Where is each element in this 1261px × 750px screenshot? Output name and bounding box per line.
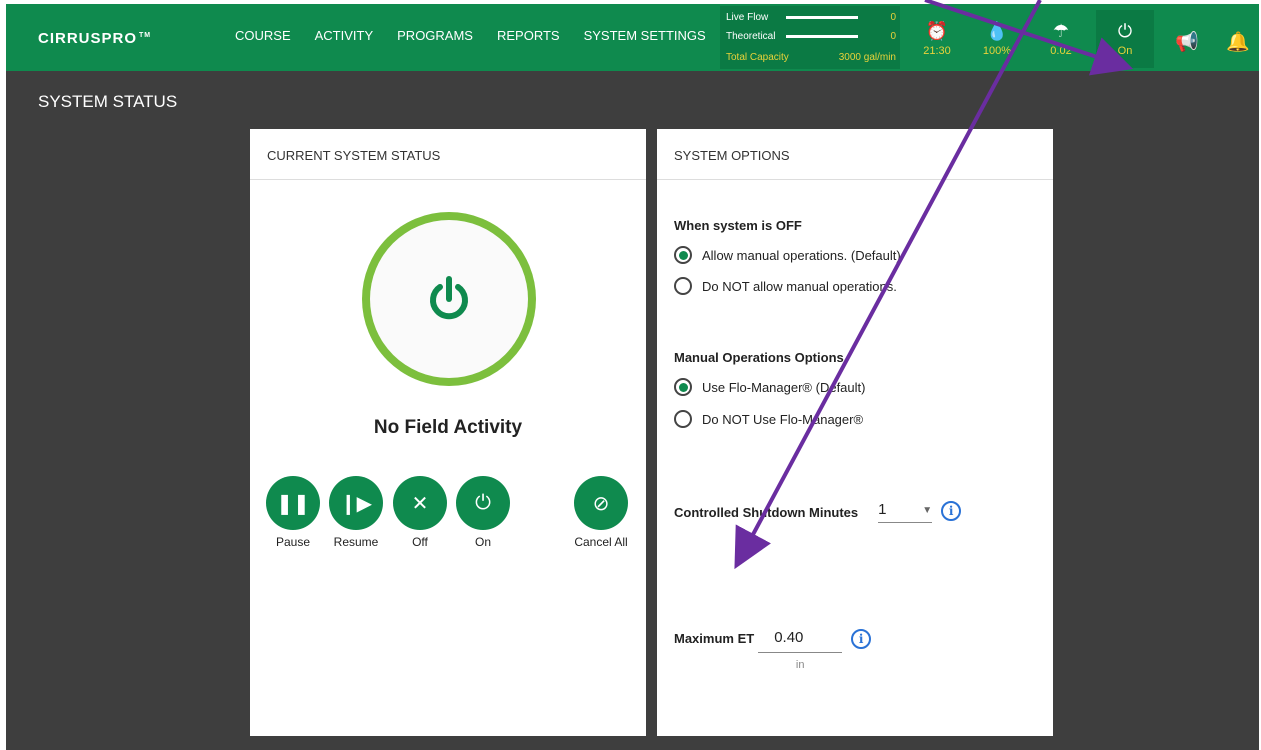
cirruspro-logo[interactable]: CIRRUSPRO TM [38, 30, 151, 47]
dropdown-caret-icon: ▼ [922, 505, 933, 516]
off-control: ✕ Off [390, 476, 450, 549]
main-nav: COURSE ACTIVITY PROGRAMS REPORTS SYSTEM … [235, 28, 706, 43]
alarm-clock-icon: ⏰ [925, 20, 949, 41]
system-power-indicator [362, 212, 536, 386]
max-et-row: Maximum ET in i [674, 629, 872, 671]
resume-label: Resume [333, 535, 379, 549]
off-x-icon: ✕ [411, 492, 429, 515]
resume-control: ❙▶ Resume [326, 476, 386, 549]
cancel-all-button[interactable]: ⊘ [574, 476, 628, 530]
theoretical-flow-row: Theoretical 0 [726, 31, 896, 42]
shutdown-minutes-label: Controlled Shutdown Minutes [674, 505, 859, 520]
radio-allow-manual[interactable]: Allow manual operations. (Default) [674, 246, 901, 264]
power-icon [430, 276, 468, 320]
resume-button[interactable]: ❙▶ [329, 476, 383, 530]
rain-value: 0.02 [1050, 44, 1072, 57]
radio-allow-manual-label: Allow manual operations. (Default) [702, 247, 901, 263]
total-capacity-label: Total Capacity [726, 52, 789, 63]
field-activity-status: No Field Activity [373, 417, 523, 438]
total-capacity-value: 3000 gal/min [838, 52, 896, 63]
stat-rain[interactable]: ☂ 0.02 [1032, 10, 1090, 68]
nav-system-settings[interactable]: SYSTEM SETTINGS [584, 28, 706, 43]
radio-use-flo-manager-label: Use Flo-Manager® (Default) [702, 379, 866, 395]
rain-gauge-icon: ☂ [1052, 20, 1070, 41]
max-et-unit: in [795, 659, 805, 671]
stat-water-budget[interactable]: 💧 100% [968, 10, 1026, 68]
pause-button[interactable]: ❚❚ [266, 476, 320, 530]
clock-value: 21:30 [923, 44, 951, 57]
system-options-title: SYSTEM OPTIONS [657, 129, 1053, 180]
shutdown-minutes-select[interactable]: 1 ▼ [878, 501, 933, 523]
info-icon[interactable]: i [851, 629, 872, 649]
pause-control: ❚❚ Pause [263, 476, 323, 549]
shutdown-minutes-value: 1 [878, 501, 887, 518]
power-indicator-inner [370, 220, 528, 378]
radio-not-use-flo-manager-label: Do NOT Use Flo-Manager® [702, 411, 864, 427]
shutdown-minutes-row: Controlled Shutdown Minutes 1 ▼ i [674, 501, 962, 523]
theoretical-flow-value: 0 [890, 31, 896, 42]
cancel-all-label: Cancel All [574, 535, 628, 549]
page-title: SYSTEM STATUS [38, 92, 178, 111]
nav-reports[interactable]: REPORTS [497, 28, 560, 43]
live-flow-row: Live Flow 0 [726, 12, 896, 23]
pause-icon: ❚❚ [276, 492, 310, 515]
off-button[interactable]: ✕ [393, 476, 447, 530]
radio-disallow-manual-label: Do NOT allow manual operations. [702, 278, 897, 294]
radio-button-checked[interactable] [674, 246, 692, 264]
on-button[interactable]: ⏻ [456, 476, 510, 530]
radio-button[interactable] [674, 277, 692, 295]
power-icon: ⏻ [1117, 20, 1133, 41]
info-icon[interactable]: i [941, 501, 962, 521]
nav-activity[interactable]: ACTIVITY [315, 28, 374, 43]
current-status-card: CURRENT SYSTEM STATUS No Field Activity … [250, 129, 646, 736]
top-bar: CIRRUSPRO TM COURSE ACTIVITY PROGRAMS REP… [6, 4, 1259, 71]
live-flow-value: 0 [890, 12, 896, 23]
radio-disallow-manual[interactable]: Do NOT allow manual operations. [674, 277, 897, 295]
theoretical-flow-bar [786, 35, 858, 38]
system-power-value: On [1117, 44, 1133, 57]
live-flow-bar [786, 16, 858, 19]
on-control: ⏻ On [453, 476, 513, 549]
on-label: On [474, 535, 491, 549]
cancel-all-control: ⊘ Cancel All [571, 476, 631, 549]
off-label: Off [412, 535, 428, 549]
water-budget-value: 100% [982, 44, 1012, 57]
max-et-field: in [758, 629, 843, 671]
nav-programs[interactable]: PROGRAMS [397, 28, 473, 43]
current-status-title: CURRENT SYSTEM STATUS [250, 129, 646, 180]
power-icon: ⏻ [475, 491, 491, 514]
live-flow-label: Live Flow [726, 12, 769, 23]
stat-system-power[interactable]: ⏻ On [1096, 10, 1154, 68]
radio-not-use-flo-manager[interactable]: Do NOT Use Flo-Manager® [674, 410, 863, 428]
radio-button[interactable] [674, 410, 692, 428]
stat-clock[interactable]: ⏰ 21:30 [908, 10, 966, 68]
water-drop-icon: 💧 [985, 20, 1009, 41]
radio-use-flo-manager[interactable]: Use Flo-Manager® (Default) [674, 378, 865, 396]
nav-course[interactable]: COURSE [235, 28, 291, 43]
theoretical-flow-label: Theoretical [726, 31, 776, 42]
main-content: SYSTEM STATUS CURRENT SYSTEM STATUS No F… [6, 71, 1259, 750]
system-options-card: SYSTEM OPTIONS When system is OFF Allow … [657, 129, 1053, 736]
radio-button-checked[interactable] [674, 378, 692, 396]
total-capacity-row: Total Capacity 3000 gal/min [726, 52, 896, 63]
bell-icon[interactable]: 🔔 [1226, 30, 1250, 54]
when-off-heading: When system is OFF [674, 218, 802, 233]
pause-label: Pause [275, 535, 311, 549]
resume-icon: ❙▶ [339, 492, 373, 515]
flow-summary[interactable]: Live Flow 0 Theoretical 0 Total Capacity… [720, 6, 900, 69]
manual-ops-heading: Manual Operations Options [674, 350, 844, 365]
cancel-all-icon: ⊘ [592, 492, 610, 515]
max-et-label: Maximum ET [674, 631, 755, 646]
megaphone-icon[interactable]: 📢 [1175, 30, 1199, 54]
max-et-input[interactable] [758, 629, 843, 653]
